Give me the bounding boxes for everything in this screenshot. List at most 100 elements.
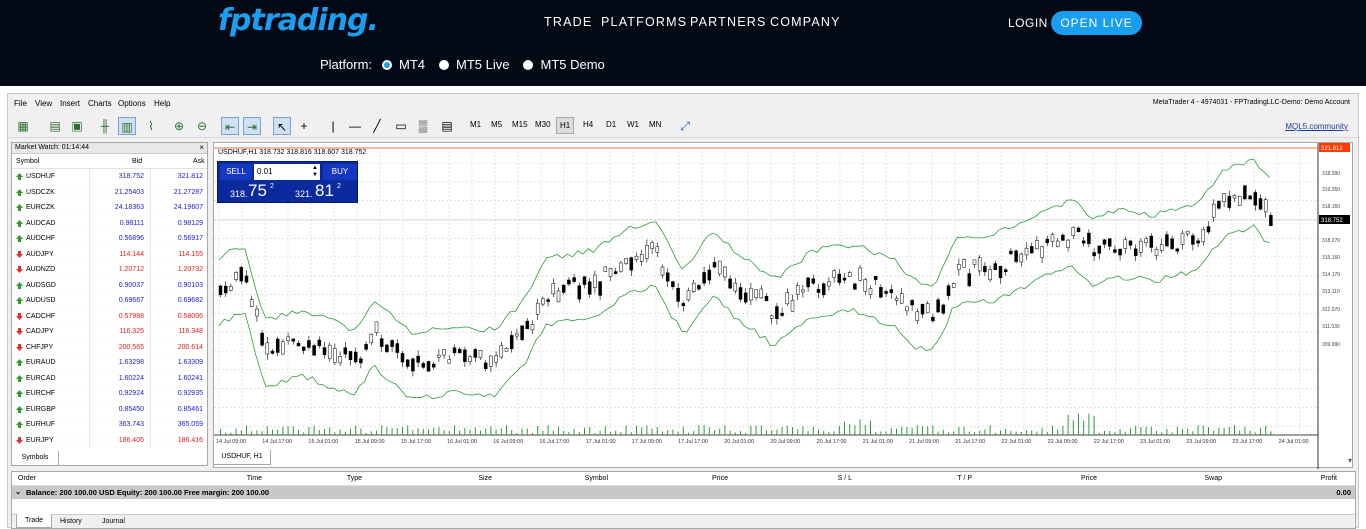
bar-chart-icon[interactable]: ╫ — [96, 117, 114, 135]
column-bid[interactable]: Bid — [132, 158, 142, 165]
tab-symbols[interactable]: Symbols — [11, 451, 59, 466]
market-watch-row[interactable]: CADJPY 116.325 116.348 — [12, 324, 207, 340]
market-watch-row[interactable]: EURCAD 1.60224 1.60241 — [12, 370, 207, 386]
tab-chart-usdhuf[interactable]: USDHUF, H1 — [213, 450, 271, 465]
sell-price[interactable]: 318. 75 2 — [220, 181, 286, 202]
market-watch-row[interactable]: EURAUD 1.63298 1.63309 — [12, 355, 207, 371]
platform-radio-mt4[interactable] — [382, 59, 393, 70]
mql5-link[interactable]: MQL5.community — [1285, 122, 1348, 131]
vertical-line-icon[interactable]: | — [324, 117, 342, 135]
orders-column-header[interactable]: Profit — [1321, 475, 1337, 482]
menu-help[interactable]: Help — [154, 99, 170, 108]
orders-column-header[interactable]: Time — [247, 475, 262, 482]
platform-radio-mt5-demo[interactable] — [523, 59, 534, 70]
timeframe-m5[interactable]: M5 — [491, 120, 502, 129]
column-symbol[interactable]: Symbol — [16, 158, 39, 165]
nav-platforms[interactable]: PLATFORMS — [601, 15, 687, 29]
trendline-icon[interactable]: ╱ — [368, 117, 386, 135]
orders-column-header[interactable]: Order — [18, 475, 36, 482]
cursor-icon[interactable]: ↖ — [273, 117, 291, 135]
text-label-icon[interactable]: ▭ — [392, 117, 410, 135]
zoom-out-icon[interactable]: ⊖ — [193, 117, 211, 135]
tab-journal[interactable]: Journal — [102, 518, 125, 525]
market-watch-header: Symbol Bid Ask — [12, 154, 207, 169]
stepper-icon[interactable]: ▲ ▼ — [312, 165, 318, 179]
crosshair-icon[interactable]: + — [295, 117, 313, 135]
profiles-icon[interactable]: ▤ — [46, 117, 64, 135]
sell-button[interactable]: SELL — [220, 164, 252, 180]
collapse-icon[interactable]: ⌄ — [15, 487, 21, 496]
chart-window[interactable]: 318.390 319.350 318.160 318.270 315.160 314.1… — [213, 142, 1354, 469]
menu-insert[interactable]: Insert — [60, 99, 80, 108]
nav-company[interactable]: COMPANY — [770, 15, 841, 29]
orders-column-header[interactable]: S / L — [838, 475, 852, 482]
shapes-icon[interactable]: ▤ — [438, 117, 456, 135]
market-watch-row[interactable]: EURCHF 0.92924 0.92935 — [12, 386, 207, 402]
horizontal-line-icon[interactable]: — — [346, 117, 364, 135]
market-watch-row[interactable]: EURJPY 186.405 186.416 — [12, 432, 207, 448]
orders-column-header[interactable]: Type — [347, 475, 362, 482]
platform-option-mt5-live[interactable]: MT5 Live — [456, 57, 509, 72]
timeframe-m30[interactable]: M30 — [535, 120, 551, 129]
platform-option-mt5-demo[interactable]: MT5 Demo — [540, 57, 604, 72]
column-ask[interactable]: Ask — [193, 158, 205, 165]
buy-button[interactable]: BUY — [323, 164, 357, 180]
market-watch-row[interactable]: EURHUF 363.743 365.059 — [12, 417, 207, 433]
tab-trade[interactable]: Trade — [16, 514, 53, 528]
tab-history[interactable]: History — [60, 518, 82, 525]
menu-file[interactable]: File — [14, 99, 27, 108]
timeframe-m15[interactable]: M15 — [512, 120, 528, 129]
market-watch-row[interactable]: AUDCAD 0.98111 0.98129 — [12, 215, 207, 231]
market-watch-row[interactable]: AUDCHF 0.56896 0.56917 — [12, 231, 207, 247]
market-watch-row[interactable]: EURGBP 0.85450 0.85461 — [12, 401, 207, 417]
logo[interactable]: fptrading. — [218, 3, 379, 38]
orders-column-header[interactable]: Size — [478, 475, 492, 482]
buy-price[interactable]: 321. 81 2 — [290, 181, 356, 202]
timeframe-d1[interactable]: D1 — [606, 120, 616, 129]
timeframe-h1[interactable]: H1 — [556, 117, 575, 134]
market-watch-row[interactable]: USDHUF 318.752 321.812 — [12, 169, 207, 185]
menu-view[interactable]: View — [35, 99, 52, 108]
timeframe-w1[interactable]: W1 — [627, 120, 639, 129]
market-watch-row[interactable]: CHFJPY 200.565 200.614 — [12, 339, 207, 355]
line-chart-icon[interactable]: ⌇ — [142, 117, 160, 135]
open-live-button[interactable]: OPEN LIVE — [1051, 11, 1142, 35]
orders-column-header[interactable]: Price — [1081, 475, 1097, 482]
orders-column-header[interactable]: Price — [712, 475, 728, 482]
price-chart[interactable]: 318.390 319.350 318.160 318.270 315.160 314.1… — [214, 143, 1354, 469]
chevron-down-icon[interactable]: ▾ — [1348, 456, 1352, 465]
market-watch-row[interactable]: AUDJPY 114.144 114.155 — [12, 246, 207, 262]
market-watch-row[interactable]: CADCHF 0.57988 0.58006 — [12, 308, 207, 324]
candlestick-icon[interactable]: ▥ — [118, 117, 136, 135]
platform-option-mt4[interactable]: MT4 — [399, 57, 425, 72]
nav-partners[interactable]: PARTNERS — [690, 15, 767, 29]
timeframe-mn[interactable]: MN — [649, 120, 661, 129]
orders-column-header[interactable]: T / P — [957, 475, 972, 482]
auto-scroll-icon[interactable]: ⇤ — [221, 117, 239, 135]
menu-options[interactable]: Options — [118, 99, 146, 108]
candle — [1014, 250, 1018, 262]
market-watch-row[interactable]: AUDSGD 0.90037 0.90103 — [12, 277, 207, 293]
timeframe-h4[interactable]: H4 — [583, 120, 593, 129]
fullscreen-icon[interactable]: ⤢ — [676, 117, 694, 135]
new-chart-icon[interactable]: ▦ — [14, 117, 32, 135]
market-watch-row[interactable]: EURCZK 24.18363 24.19607 — [12, 200, 207, 216]
market-watch-row[interactable]: AUDUSD 0.69667 0.69682 — [12, 293, 207, 309]
market-watch-row[interactable]: USDCZK 21.25403 21.27287 — [12, 184, 207, 200]
zoom-in-icon[interactable]: ⊕ — [170, 117, 188, 135]
login-link[interactable]: LOGIN — [1008, 16, 1048, 30]
market-watch-icon[interactable]: ▣ — [68, 117, 86, 135]
fibonacci-icon[interactable]: ▒ — [414, 117, 432, 135]
lot-size-input[interactable]: 0.01 ▲ ▼ — [254, 164, 320, 180]
candle — [296, 343, 301, 347]
close-icon[interactable]: × — [199, 143, 204, 152]
market-watch-row[interactable]: AUDNZD 1.20712 1.20732 — [12, 262, 207, 278]
nav-trade[interactable]: TRADE — [544, 15, 592, 29]
menu-charts[interactable]: Charts — [88, 99, 112, 108]
orders-column-header[interactable]: Symbol — [585, 475, 608, 482]
platform-radio-mt5-live[interactable] — [439, 59, 450, 70]
balance-row[interactable]: ⌄ Balance: 200 100.00 USD Equity: 200 10… — [12, 486, 1355, 499]
timeframe-m1[interactable]: M1 — [470, 120, 481, 129]
orders-column-header[interactable]: Swap — [1204, 475, 1222, 482]
chart-shift-icon[interactable]: ⇥ — [243, 117, 261, 135]
